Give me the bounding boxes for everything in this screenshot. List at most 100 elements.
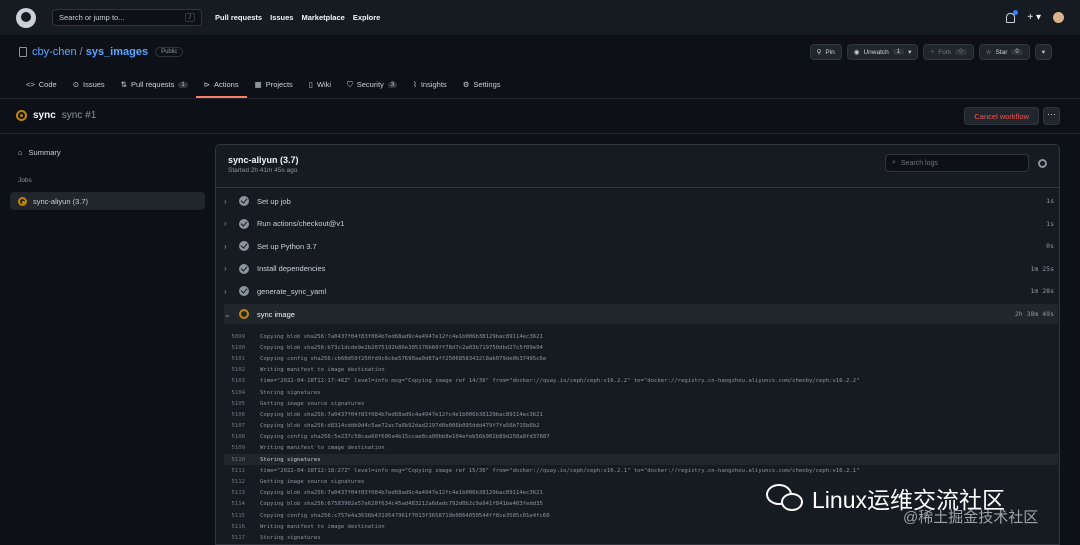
log-line-text: Storing signatures bbox=[260, 534, 321, 541]
cancel-workflow-button[interactable]: Cancel workflow bbox=[964, 107, 1039, 125]
in-progress-icon bbox=[239, 309, 249, 319]
fork-icon: ⑂ bbox=[930, 48, 935, 56]
step-duration: 1s bbox=[1046, 197, 1054, 205]
step-set-up-job[interactable]: › Set up job 1s bbox=[224, 191, 1058, 211]
user-avatar[interactable] bbox=[1053, 12, 1064, 23]
search-placeholder: Search or jump to... bbox=[59, 13, 125, 22]
step-install-dependencies[interactable]: › Install dependencies 1m 25s bbox=[224, 259, 1058, 279]
chevron-right-icon: › bbox=[224, 219, 227, 228]
log-line-number[interactable]: 5109 bbox=[224, 445, 260, 451]
log-line-text: time="2022-04-18T12:17:46Z" level=info m… bbox=[260, 378, 860, 385]
star-button[interactable]: ☆ Star 0 bbox=[978, 44, 1030, 60]
log-line-text: Copying config sha256:5e237c58caa60f606a… bbox=[260, 434, 550, 441]
search-logs-input[interactable]: ⌕ Search logs bbox=[885, 154, 1029, 172]
unwatch-button[interactable]: ◉ Unwatch 1 ▾ bbox=[846, 44, 919, 60]
log-line: 5117 Storing signatures bbox=[224, 532, 1058, 543]
tab-projects[interactable]: ▦ Projects bbox=[247, 71, 301, 98]
jobs-heading: Jobs bbox=[18, 177, 32, 184]
chevron-right-icon: › bbox=[224, 241, 227, 251]
tab-security[interactable]: ⛉ Security 3 bbox=[339, 71, 405, 98]
nav-marketplace[interactable]: Marketplace bbox=[301, 13, 344, 22]
more-options-button[interactable]: ··· bbox=[1043, 107, 1060, 125]
notifications-bell-icon[interactable] bbox=[1006, 9, 1019, 23]
step-setup-python[interactable]: › Set up Python 3.7 0s bbox=[224, 236, 1058, 256]
log-line-number[interactable]: 5103 bbox=[224, 378, 260, 384]
tab-label: Wiki bbox=[316, 80, 332, 89]
fork-count: 0 bbox=[955, 49, 967, 55]
log-line-number[interactable]: 5102 bbox=[224, 367, 260, 373]
repo-icon bbox=[19, 47, 27, 57]
log-line-number[interactable]: 5112 bbox=[224, 479, 260, 485]
log-line-number[interactable]: 5113 bbox=[224, 490, 260, 496]
workflow-name: sync bbox=[33, 110, 56, 121]
step-sync-image[interactable]: ⌄ sync image 2h 38m 49s bbox=[224, 304, 1058, 324]
step-label: Run actions/checkout@v1 bbox=[257, 219, 345, 228]
global-search-input[interactable]: Search or jump to... / bbox=[52, 9, 202, 26]
log-line-number[interactable]: 5104 bbox=[224, 390, 260, 396]
log-line-number[interactable]: 5105 bbox=[224, 401, 260, 407]
step-label: sync image bbox=[257, 309, 295, 319]
tab-label: Projects bbox=[265, 80, 293, 89]
tab-actions[interactable]: ⊳ Actions bbox=[195, 71, 247, 98]
log-line-number[interactable]: 5116 bbox=[224, 524, 260, 530]
log-line: 5101 Copying config sha256:cb60d59f250fd9… bbox=[224, 353, 1058, 364]
tab-pull-requests[interactable]: ⇅ Pull requests 1 bbox=[113, 71, 196, 98]
check-circle-icon bbox=[239, 263, 249, 274]
log-line: 5103 time="2022-04-18T12:17:46Z" level=in… bbox=[224, 376, 1058, 387]
step-label: Install dependencies bbox=[257, 264, 326, 273]
log-line-number[interactable]: 5111 bbox=[224, 468, 260, 474]
log-line-text: Writing manifest to image destination bbox=[260, 367, 385, 374]
github-logo-icon[interactable] bbox=[16, 7, 36, 28]
log-line-number[interactable]: 5099 bbox=[224, 334, 260, 340]
star-lists-dropdown[interactable]: ▾ bbox=[1034, 44, 1052, 60]
check-circle-icon bbox=[239, 286, 249, 296]
log-line-number[interactable]: 5107 bbox=[224, 423, 260, 429]
graph-icon: ⌇ bbox=[413, 80, 417, 89]
tab-wiki[interactable]: ▯ Wiki bbox=[301, 71, 339, 98]
nav-issues[interactable]: Issues bbox=[270, 13, 293, 22]
job-started: Started 2h 41m 45s ago bbox=[228, 167, 298, 174]
pin-button[interactable]: ⚲ Pin bbox=[809, 44, 842, 60]
tab-issues[interactable]: ⊙ Issues bbox=[65, 71, 113, 98]
log-line-number[interactable]: 5106 bbox=[224, 412, 260, 418]
header-actions: + ▾ bbox=[1006, 9, 1064, 23]
fork-label: Fork bbox=[938, 48, 952, 56]
step-generate-sync-yaml[interactable]: › generate_sync_yaml 1m 28s bbox=[224, 281, 1058, 301]
tab-settings[interactable]: ⚙ Settings bbox=[455, 71, 509, 98]
log-line-number[interactable]: 5108 bbox=[224, 434, 260, 440]
shield-icon: ⛉ bbox=[347, 79, 353, 89]
log-settings-gear-icon[interactable] bbox=[1038, 159, 1047, 168]
repo-name-link[interactable]: sys_images bbox=[86, 46, 148, 58]
chevron-down-icon: ⌄ bbox=[224, 309, 231, 319]
tab-code[interactable]: <> Code bbox=[18, 71, 65, 98]
global-nav: Pull requests Issues Marketplace Explore bbox=[215, 13, 388, 22]
log-line: 5099 Copying blob sha256:7a0437f04f83f084… bbox=[224, 331, 1058, 342]
tab-label: Pull requests bbox=[130, 80, 175, 89]
log-line-number[interactable]: 5110 bbox=[224, 457, 260, 463]
fork-button[interactable]: ⑂ Fork 0 bbox=[923, 44, 974, 60]
log-line-number[interactable]: 5101 bbox=[224, 356, 260, 362]
home-icon: ⌂ bbox=[18, 148, 23, 157]
log-line-text: Writing manifest to image destination bbox=[260, 523, 385, 530]
log-line-number[interactable]: 5100 bbox=[224, 345, 260, 351]
nav-explore[interactable]: Explore bbox=[353, 13, 381, 22]
log-line-number[interactable]: 5117 bbox=[224, 535, 260, 541]
run-sidebar: ⌂ Summary Jobs sync-aliyun (3.7) bbox=[0, 135, 205, 545]
repo-owner-link[interactable]: cby-chen bbox=[32, 46, 77, 58]
nav-pull-requests[interactable]: Pull requests bbox=[215, 13, 262, 22]
tab-insights[interactable]: ⌇ Insights bbox=[405, 71, 455, 98]
step-duration: 0s bbox=[1046, 242, 1054, 250]
in-progress-icon bbox=[18, 197, 27, 206]
repo-title-separator: / bbox=[79, 46, 83, 58]
step-label: generate_sync_yaml bbox=[257, 286, 327, 296]
log-line-number[interactable]: 5114 bbox=[224, 501, 260, 507]
pin-icon: ⚲ bbox=[816, 49, 822, 56]
job-item-sync-aliyun[interactable]: sync-aliyun (3.7) bbox=[18, 197, 88, 206]
step-checkout[interactable]: › Run actions/checkout@v1 1s bbox=[224, 214, 1058, 234]
step-duration: 1s bbox=[1046, 219, 1054, 228]
create-new-menu[interactable]: + ▾ bbox=[1027, 12, 1041, 23]
summary-link[interactable]: ⌂ Summary bbox=[18, 148, 61, 157]
in-progress-icon bbox=[16, 110, 27, 121]
log-line-text: Copying config sha256:cb60d59f250fd9c6cb… bbox=[260, 355, 547, 362]
log-line-number[interactable]: 5115 bbox=[224, 513, 260, 519]
